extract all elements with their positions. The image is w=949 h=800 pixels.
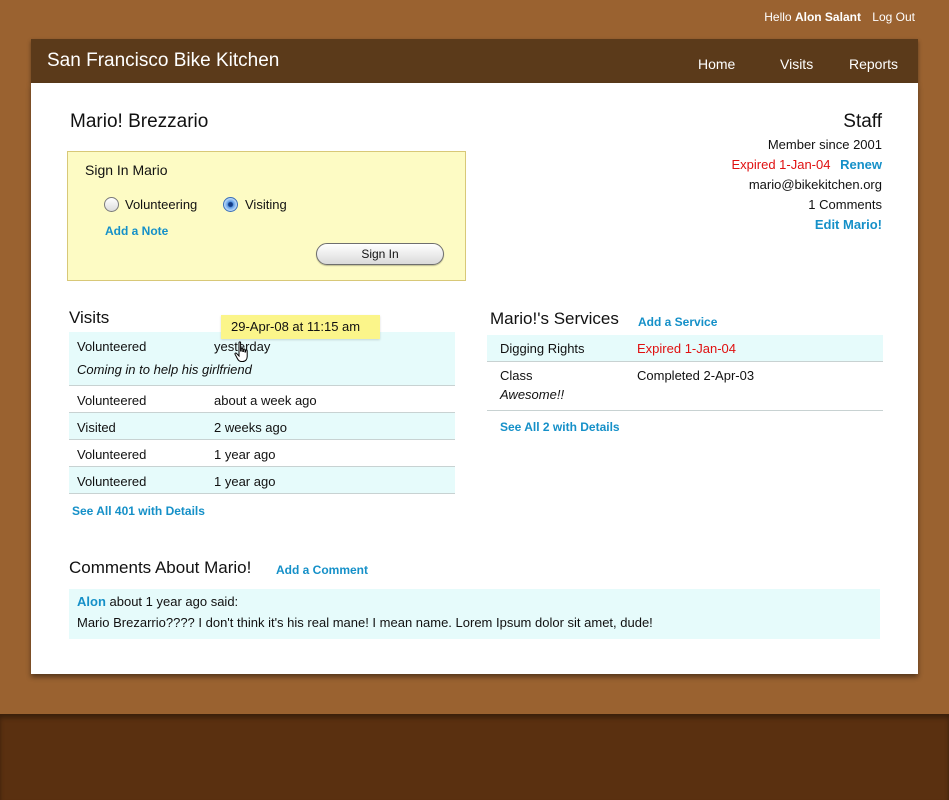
visit-row[interactable]: Volunteered about a week ago — [69, 386, 455, 413]
see-all-services-link[interactable]: See All 2 with Details — [500, 420, 620, 434]
visit-type: Visited — [77, 420, 116, 435]
service-row[interactable]: Class Completed 2-Apr-03 Awesome!! — [487, 362, 883, 411]
service-note: Awesome!! — [500, 387, 565, 402]
service-row[interactable]: Digging Rights Expired 1-Jan-04 — [487, 335, 883, 362]
comment-header: Alon about 1 year ago said: — [77, 594, 238, 609]
services-title: Mario!'s Services — [490, 309, 619, 328]
staff-title: Staff — [843, 111, 882, 132]
comments-title: Comments About Mario! — [69, 558, 252, 577]
hand-cursor-icon — [234, 341, 248, 362]
comment-text: Mario Brezarrio???? I don't think it's h… — [77, 615, 653, 630]
member-name: Mario! Brezzario — [70, 111, 209, 132]
membership-status: Expired 1-Jan-04 Renew — [731, 157, 882, 172]
member-since: Member since 2001 — [767, 137, 882, 152]
comments-count: 1 Comments — [808, 197, 882, 212]
user-bar: Hello Alon Salant Log Out — [764, 10, 915, 24]
add-service-link[interactable]: Add a Service — [638, 315, 717, 329]
visit-note: Coming in to help his girlfriend — [77, 362, 252, 377]
nav-reports[interactable]: Reports — [849, 56, 898, 72]
visit-row[interactable]: Visited 2 weeks ago — [69, 413, 455, 440]
user-name: Alon Salant — [794, 10, 861, 24]
expired-date: Expired 1-Jan-04 — [731, 157, 831, 172]
service-name: Class — [500, 368, 533, 383]
visit-when: 1 year ago — [214, 474, 276, 489]
visit-row[interactable]: Volunteered 1 year ago — [69, 440, 455, 467]
comment-item: Alon about 1 year ago said: Mario Brezar… — [69, 589, 880, 639]
main-panel: Mario! Brezzario Sign In Mario Volunteer… — [31, 83, 918, 674]
visiting-label[interactable]: Visiting — [245, 197, 287, 212]
site-header: San Francisco Bike Kitchen Home Visits R… — [31, 39, 918, 83]
comment-author[interactable]: Alon — [77, 594, 106, 609]
see-all-visits-link[interactable]: See All 401 with Details — [72, 504, 205, 518]
sign-in-title: Sign In Mario — [85, 162, 168, 178]
volunteering-label[interactable]: Volunteering — [125, 197, 197, 212]
service-name: Digging Rights — [500, 341, 585, 356]
comment-meta: about 1 year ago said: — [109, 594, 239, 609]
service-status: Completed 2-Apr-03 — [637, 368, 755, 383]
visit-when: about a week ago — [214, 393, 317, 408]
member-email[interactable]: mario@bikekitchen.org — [749, 177, 882, 192]
add-comment-link[interactable]: Add a Comment — [276, 563, 368, 577]
edit-member-link[interactable]: Edit Mario! — [815, 217, 882, 232]
site-title[interactable]: San Francisco Bike Kitchen — [47, 50, 279, 72]
sign-in-box: Sign In Mario Volunteering Visiting Add … — [67, 151, 466, 281]
add-note-link[interactable]: Add a Note — [105, 224, 168, 238]
nav-visits[interactable]: Visits — [780, 56, 813, 72]
visit-type: Volunteered — [77, 474, 147, 489]
visit-type: Volunteered — [77, 393, 147, 408]
visits-title: Visits — [69, 308, 110, 327]
service-status: Expired 1-Jan-04 — [637, 341, 736, 356]
radio-visiting[interactable] — [223, 197, 238, 212]
renew-link[interactable]: Renew — [840, 157, 882, 172]
visit-row[interactable]: Volunteered 1 year ago — [69, 467, 455, 494]
sign-in-button[interactable]: Sign In — [316, 243, 444, 265]
visit-when: 2 weeks ago — [214, 420, 287, 435]
visit-type: Volunteered — [77, 447, 147, 462]
nav-home[interactable]: Home — [698, 56, 735, 72]
logout-link[interactable]: Log Out — [872, 10, 915, 24]
visit-date-tooltip: 29-Apr-08 at 11:15 am — [221, 315, 380, 339]
footer-band — [0, 714, 949, 800]
visit-row[interactable]: Volunteered yesterday Coming in to help … — [69, 332, 455, 386]
greeting: Hello — [764, 10, 792, 24]
radio-volunteering[interactable] — [104, 197, 119, 212]
visit-when: 1 year ago — [214, 447, 276, 462]
visit-type: Volunteered — [77, 339, 147, 354]
